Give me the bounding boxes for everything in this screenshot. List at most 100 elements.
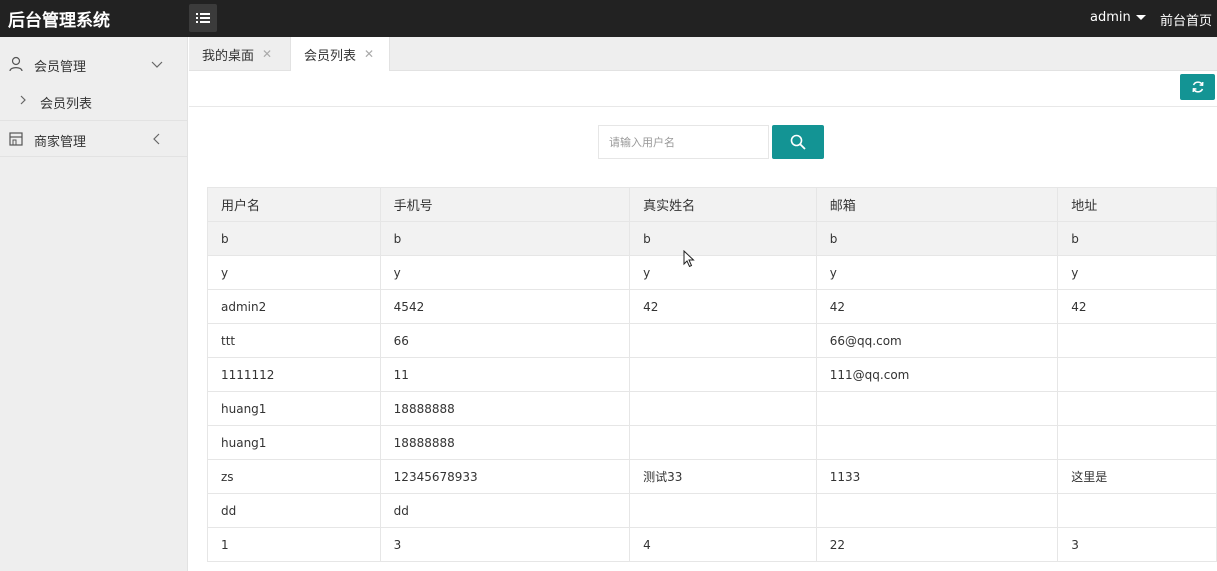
table-row[interactable]: dd dd — [207, 493, 1217, 528]
table-cell: b — [815, 221, 1059, 256]
close-icon[interactable]: ✕ — [262, 47, 272, 61]
table-cell: b — [629, 221, 817, 256]
table-row[interactable]: admin2 4542 42 42 42 — [207, 289, 1217, 324]
table-cell: 测试33 — [629, 459, 817, 494]
column-header: 用户名 — [207, 187, 381, 222]
user-icon — [9, 56, 23, 72]
table-cell: 4542 — [379, 289, 631, 324]
sidebar-item-member-management[interactable]: 会员管理 — [0, 46, 188, 83]
member-table: 用户名 手机号 真实姓名 邮箱 地址 b b b b b y y y y y admin2 4542 4… — [207, 187, 1217, 562]
table-cell — [1057, 493, 1217, 528]
table-cell — [1057, 425, 1217, 460]
sidebar-item-member-list[interactable]: 会员列表 — [0, 83, 188, 119]
column-header: 邮箱 — [815, 187, 1059, 222]
table-cell: ttt — [207, 323, 381, 358]
column-header: 真实姓名 — [629, 187, 817, 222]
user-menu[interactable]: admin — [1090, 10, 1146, 25]
table-cell: 3 — [1057, 527, 1217, 562]
table-cell — [629, 425, 817, 460]
table-cell: y — [815, 255, 1059, 290]
table-cell: 1111112 — [207, 357, 381, 392]
table-cell — [629, 323, 817, 358]
table-cell — [629, 493, 817, 528]
store-icon — [9, 132, 23, 146]
chevron-right-icon — [20, 95, 26, 105]
sidebar-item-label: 商家管理 — [34, 135, 87, 150]
sidebar: 会员管理 会员列表 商家管理 — [0, 37, 188, 571]
table-cell — [1057, 391, 1217, 426]
table-row[interactable]: 1 3 4 22 3 — [207, 527, 1217, 562]
table-cell: y — [207, 255, 381, 290]
home-link[interactable]: 前台首页 — [1160, 10, 1212, 29]
table-cell — [1057, 357, 1217, 392]
chevron-down-icon — [151, 61, 163, 68]
column-header: 手机号 — [379, 187, 631, 222]
table-cell: 42 — [629, 289, 817, 324]
app-logo[interactable]: 后台管理系统 — [8, 6, 110, 31]
tab-bar: 我的桌面 ✕ 会员列表 ✕ — [189, 37, 1217, 71]
table-cell: 1133 — [815, 459, 1059, 494]
table-row[interactable]: zs 12345678933 测试33 1133 这里是 — [207, 459, 1217, 494]
top-header: 后台管理系统 admin 前台首页 — [0, 0, 1217, 37]
table-row[interactable]: ttt 66 66@qq.com — [207, 323, 1217, 358]
table-cell — [815, 493, 1059, 528]
column-header: 地址 — [1057, 187, 1217, 222]
sidebar-item-label: 会员列表 — [40, 97, 93, 112]
sidebar-item-merchant-management[interactable]: 商家管理 — [0, 120, 188, 157]
content-toolbar — [189, 71, 1217, 107]
table-cell: 1 — [207, 527, 381, 562]
mouse-cursor-icon — [683, 250, 695, 268]
chevron-left-icon — [153, 133, 160, 145]
table-cell — [1057, 323, 1217, 358]
table-cell: 这里是 — [1057, 459, 1217, 494]
refresh-button[interactable] — [1180, 74, 1215, 100]
table-header-row: 用户名 手机号 真实姓名 邮箱 地址 — [207, 187, 1217, 222]
table-cell: 4 — [629, 527, 817, 562]
username-search-input[interactable] — [598, 125, 769, 159]
list-icon — [196, 13, 210, 23]
table-cell: 18888888 — [379, 425, 631, 460]
table-cell — [629, 357, 817, 392]
search-button[interactable] — [772, 125, 824, 159]
table-row[interactable]: huang1 18888888 — [207, 391, 1217, 426]
menu-toggle-button[interactable] — [189, 4, 217, 32]
table-cell: 66@qq.com — [815, 323, 1059, 358]
table-cell: 3 — [379, 527, 631, 562]
table-cell: b — [379, 221, 631, 256]
tab-label: 我的桌面 — [202, 48, 255, 64]
table-cell: huang1 — [207, 391, 381, 426]
table-row[interactable]: bbbbb — [207, 221, 1217, 256]
table-cell — [815, 391, 1059, 426]
table-row[interactable]: huang1 18888888 — [207, 425, 1217, 460]
refresh-icon — [1192, 81, 1203, 93]
table-row[interactable]: yyyyy — [207, 255, 1217, 290]
table-cell: 22 — [815, 527, 1059, 562]
table-cell: 12345678933 — [379, 459, 631, 494]
caret-down-icon — [1135, 15, 1146, 20]
table-cell: y — [1057, 255, 1217, 290]
table-cell: 66 — [379, 323, 631, 358]
table-cell: huang1 — [207, 425, 381, 460]
table-cell: dd — [207, 493, 381, 528]
table-cell: dd — [379, 493, 631, 528]
table-cell: 111@qq.com — [815, 357, 1059, 392]
table-cell: admin2 — [207, 289, 381, 324]
table-cell: b — [207, 221, 381, 256]
user-name: admin — [1090, 10, 1131, 25]
table-cell: y — [379, 255, 631, 290]
table-cell: 42 — [815, 289, 1059, 324]
table-cell: b — [1057, 221, 1217, 256]
table-cell: y — [629, 255, 817, 290]
sidebar-item-label: 会员管理 — [34, 60, 87, 75]
table-cell — [815, 425, 1059, 460]
tab-label: 会员列表 — [304, 48, 357, 64]
close-icon[interactable]: ✕ — [364, 47, 374, 61]
table-cell: 18888888 — [379, 391, 631, 426]
tab-my-desktop[interactable]: 我的桌面 ✕ — [189, 37, 291, 71]
search-icon — [790, 134, 806, 150]
table-cell: zs — [207, 459, 381, 494]
tab-member-list[interactable]: 会员列表 ✕ — [291, 37, 390, 71]
table-cell: 42 — [1057, 289, 1217, 324]
table-cell: 11 — [379, 357, 631, 392]
table-row[interactable]: 1111112 11 111@qq.com — [207, 357, 1217, 392]
